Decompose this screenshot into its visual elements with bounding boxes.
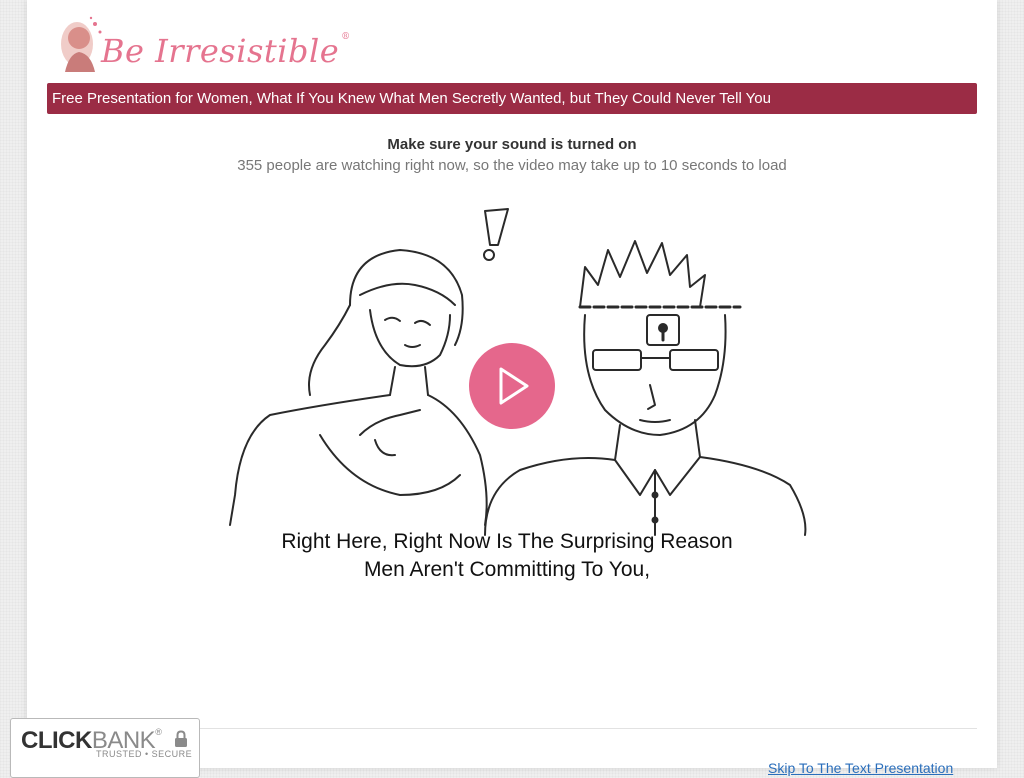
video-caption-line-2: Men Aren't Committing To You, bbox=[363, 558, 651, 581]
clickbank-badge[interactable]: CLICKBANK® TRUSTED • SECURE bbox=[10, 718, 200, 778]
site-logo[interactable]: Be Irresistible ® bbox=[55, 14, 350, 76]
play-button[interactable] bbox=[469, 343, 555, 429]
clickbank-tagline: TRUSTED • SECURE bbox=[96, 749, 193, 759]
sound-notice: Make sure your sound is turned on bbox=[387, 136, 637, 153]
video-player[interactable]: Right Here, Right Now Is The Surprising … bbox=[200, 195, 814, 595]
video-caption-line-1: Right Here, Right Now Is The Surprising … bbox=[281, 530, 733, 553]
play-icon bbox=[499, 367, 529, 405]
page-container: Be Irresistible ® Free Presentation for W… bbox=[27, 0, 997, 776]
skip-to-text-link[interactable]: Skip To The Text Presentation bbox=[768, 760, 953, 776]
lock-icon bbox=[175, 730, 187, 747]
woman-silhouette-icon bbox=[61, 16, 102, 72]
viewer-count-notice: 355 people are watching right now, so th… bbox=[237, 157, 787, 174]
headline-banner: Free Presentation for Women, What If You… bbox=[47, 83, 977, 114]
logo-wordmark: Be Irresistible ® bbox=[101, 32, 351, 70]
video-caption: Right Here, Right Now Is The Surprising … bbox=[200, 528, 814, 584]
